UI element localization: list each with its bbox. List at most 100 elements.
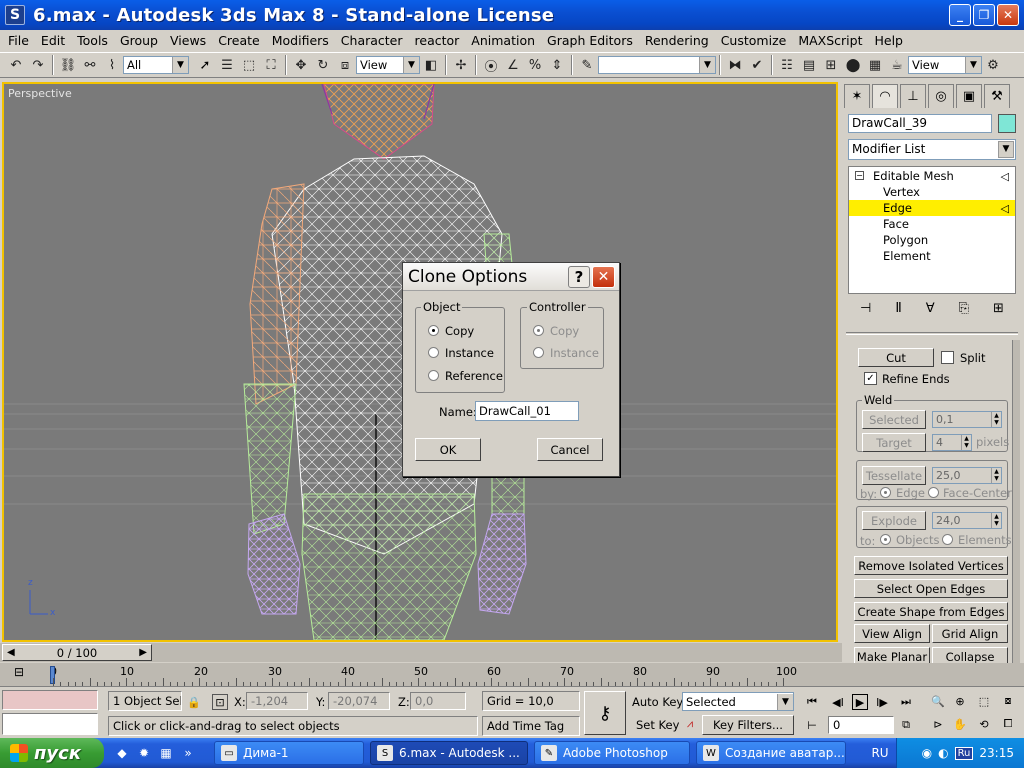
selection-filter-select[interactable]: All ▼ [123,56,189,74]
zoom-extents-all-icon[interactable]: ⧇ [1000,693,1016,709]
named-selection-select[interactable]: ▼ [598,56,716,74]
render-last-icon[interactable]: ⚙ [983,55,1003,75]
add-time-tag[interactable]: Add Time Tag [482,716,580,736]
auto-key-button[interactable]: Auto Key [632,695,683,709]
time-configuration-icon[interactable]: ⧉ [898,717,914,733]
material-editor-icon[interactable]: ⬤ [843,55,863,75]
bind-space-warp-icon[interactable]: ⌇ [102,55,122,75]
cancel-button[interactable]: Cancel [537,438,603,461]
key-mode-toggle-icon[interactable]: ⊢ [804,717,820,733]
snap-toggle-icon[interactable]: ⦿ [481,55,501,75]
chevron-right-icon[interactable]: ▶ [139,647,147,658]
dialog-close-button[interactable]: ✕ [592,266,615,288]
close-button[interactable]: ✕ [997,4,1019,26]
menu-reactor[interactable]: reactor [409,33,466,48]
spinner-arrows-icon[interactable]: ▲ ▼ [991,468,1001,483]
menu-customize[interactable]: Customize [715,33,793,48]
tessellate-edge-radio[interactable] [880,487,891,498]
menu-tools[interactable]: Tools [71,33,114,48]
zoom-extents-icon[interactable]: ⬚ [976,693,992,709]
cut-button[interactable]: Cut [858,348,934,367]
render-scene-icon[interactable]: ▦ [865,55,885,75]
menu-animation[interactable]: Animation [465,33,541,48]
set-key-mode-key-icon[interactable]: ⚷ [584,691,626,735]
unlink-icon[interactable]: ⚯ [80,55,100,75]
ok-button[interactable]: OK [415,438,481,461]
go-to-start-icon[interactable]: ⏮ [804,694,820,710]
refine-ends-checkbox[interactable]: ✓ [864,372,877,385]
angle-snap-icon[interactable]: ∠ [503,55,523,75]
motion-tab-icon[interactable]: ◎ [928,84,954,108]
remove-isolated-vertices-button[interactable]: Remove Isolated Vertices [854,556,1008,575]
stack-item-face[interactable]: Face [849,216,1015,232]
tessellate-face-center-radio[interactable] [928,487,939,498]
configure-modifier-sets-icon[interactable]: ⊞ [993,301,1004,316]
hierarchy-tab-icon[interactable]: ⊥ [900,84,926,108]
create-tab-icon[interactable]: ✶ [844,84,870,108]
explode-angle-spinner[interactable]: 24,0 ▲ ▼ [932,512,1002,529]
spinner-arrows-icon[interactable]: ▲ ▼ [991,412,1001,427]
dialog-title-bar[interactable]: Clone Options ? ✕ [403,263,619,291]
panel-scrollbar[interactable] [1012,340,1020,668]
track-bar-menu-icon[interactable]: ⊟ [14,665,24,679]
stack-item-polygon[interactable]: Polygon [849,232,1015,248]
select-by-name-icon[interactable]: ☰ [217,55,237,75]
weld-target-spinner[interactable]: 4 ▲ ▼ [932,434,972,451]
quick-launch-desktop-icon[interactable]: ▦ [158,745,174,761]
quick-launch-app-icon[interactable]: ◆ [114,745,130,761]
menu-create[interactable]: Create [212,33,266,48]
explode-elements-radio[interactable] [942,534,953,545]
tessellate-tension-spinner[interactable]: 25,0 ▲ ▼ [932,467,1002,484]
split-checkbox[interactable] [941,351,954,364]
play-icon[interactable]: ▶ [852,694,868,710]
volume-icon[interactable]: ◐ [938,746,948,760]
zoom-icon[interactable]: 🔍 [930,693,946,709]
y-coordinate-field[interactable]: -20,074 [328,692,390,710]
edit-named-selection-icon[interactable]: ✎ [577,55,597,75]
modifier-list-select[interactable]: Modifier List ▼ [848,139,1016,160]
stack-item-editable-mesh[interactable]: − Editable Mesh ◁ [849,168,1015,184]
explode-objects-radio[interactable] [880,534,891,545]
menu-maxscript[interactable]: MAXScript [792,33,868,48]
curve-editor-icon[interactable]: ▤ [799,55,819,75]
window-crossing-icon[interactable]: ⛶ [261,55,281,75]
maxscript-listener-mini[interactable] [2,690,98,710]
set-key-button[interactable]: Set Key [636,718,679,732]
spinner-arrows-icon[interactable]: ▲ ▼ [961,435,971,450]
quick-render-icon[interactable]: ☕ [887,55,907,75]
grid-align-button[interactable]: Grid Align [932,624,1008,643]
language-indicator[interactable]: RU [860,743,900,763]
mirror-icon[interactable]: ⧓ [725,55,745,75]
track-bar[interactable]: ⊟ 0 10 20 30 40 50 60 70 80 90 100 [0,663,1024,687]
collapse-icon[interactable]: − [855,171,864,180]
create-shape-from-edges-button[interactable]: Create Shape from Edges [854,602,1008,621]
manipulate-icon[interactable]: ✢ [451,55,471,75]
reference-radio[interactable] [428,370,439,381]
pin-stack-icon[interactable]: ⊣ [860,301,871,316]
percent-snap-icon[interactable]: % [525,55,545,75]
pan-icon[interactable]: ✋ [952,716,968,732]
rotate-icon[interactable]: ↻ [313,55,333,75]
show-end-result-icon[interactable]: Ⅱ [895,301,901,316]
current-frame-field[interactable]: 0 [828,716,894,734]
layer-manager-icon[interactable]: ☷ [777,55,797,75]
view-align-button[interactable]: View Align [854,624,930,643]
menu-character[interactable]: Character [335,33,409,48]
explode-button[interactable]: Explode [862,511,926,530]
select-and-link-icon[interactable]: ⛓ [58,55,78,75]
controller-copy-radio[interactable] [533,325,544,336]
minimize-button[interactable]: _ [949,4,971,26]
quick-launch-media-icon[interactable]: ✹ [136,745,152,761]
weld-selected-button[interactable]: Selected [862,410,926,429]
make-unique-icon[interactable]: ∀ [926,301,935,316]
menu-modifiers[interactable]: Modifiers [266,33,335,48]
stack-item-element[interactable]: Element [849,248,1015,264]
render-view-select[interactable]: View ▼ [908,56,982,74]
network-icon[interactable]: ◉ [922,746,932,760]
object-color-swatch[interactable] [998,114,1016,133]
menu-rendering[interactable]: Rendering [639,33,715,48]
quick-launch-expand-icon[interactable]: » [180,745,196,761]
modify-tab-icon[interactable]: ◠ [872,84,898,108]
app-icon[interactable]: S [5,5,25,25]
task-folder[interactable]: ▭ Дима-1 [214,741,364,765]
